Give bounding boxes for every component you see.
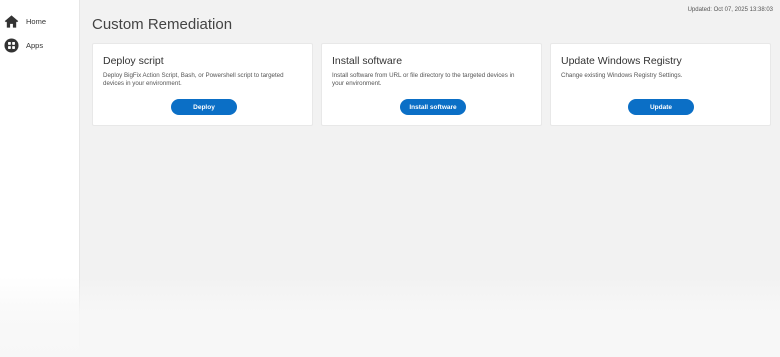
card-description: Change existing Windows Registry Setting… xyxy=(561,72,683,79)
card-description: Deploy BigFix Action Script, Bash, or Po… xyxy=(103,72,284,87)
install-software-button[interactable]: Install software xyxy=(400,99,466,115)
card-description: Install software from URL or file direct… xyxy=(332,72,515,87)
deploy-button[interactable]: Deploy xyxy=(171,99,237,115)
card-title: Deploy script xyxy=(103,55,164,67)
sidebar-item-label: Apps xyxy=(26,40,44,50)
apps-icon xyxy=(4,37,19,53)
sidebar-item-home[interactable]: Home xyxy=(4,12,46,30)
card-title: Install software xyxy=(332,55,403,67)
page-title: Custom Remediation xyxy=(92,16,233,33)
sidebar: Home Apps xyxy=(0,0,80,357)
update-button[interactable]: Update xyxy=(628,99,694,115)
card-install-software: Install software Install software from U… xyxy=(321,43,542,126)
updated-timestamp: Updated: Oct 07, 2025 13:38:03 xyxy=(687,7,773,13)
home-icon xyxy=(4,14,19,28)
card-title: Update Windows Registry xyxy=(561,55,682,67)
sidebar-item-label: Home xyxy=(26,16,47,26)
main-content: Updated: Oct 07, 2025 13:38:03 Custom Re… xyxy=(80,0,780,357)
sidebar-item-apps[interactable]: Apps xyxy=(4,36,43,54)
card-deploy-script: Deploy script Deploy BigFix Action Scrip… xyxy=(92,43,313,126)
card-update-windows-registry: Update Windows Registry Change existing … xyxy=(550,43,771,126)
